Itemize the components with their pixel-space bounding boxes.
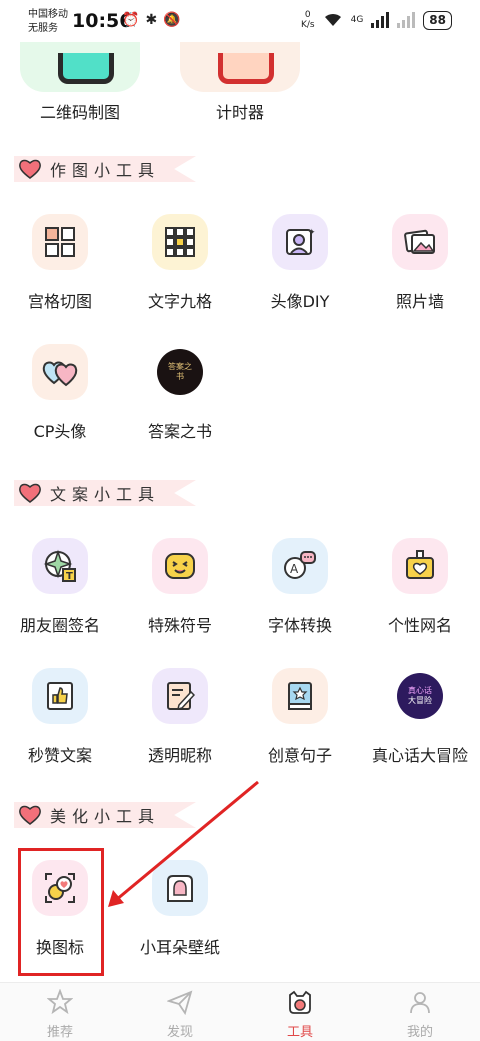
nav-label: 工具 — [286, 1025, 313, 1040]
nav-mine[interactable]: 我的 — [360, 983, 480, 1041]
network-speed: 0 K/s — [301, 10, 315, 30]
speed-value: 0 — [304, 10, 311, 20]
tools-content: 二维码制图 计时器 作图小工具 宫格切图 文字九格 ✦ 头像DIY 照片墙 CP… — [0, 0, 480, 982]
bluetooth-icon: ✱ — [145, 12, 158, 28]
status-icons-right: 0 K/s 4G 88 — [301, 10, 452, 30]
nav-tools[interactable]: 工具 — [240, 983, 360, 1041]
alarm-icon: ⏰ — [122, 12, 140, 28]
speed-unit: K/s — [300, 20, 315, 30]
network-type: 4G — [350, 15, 364, 25]
wifi-icon — [324, 13, 341, 26]
tools-cat-icon — [289, 990, 311, 1014]
paper-plane-icon — [166, 990, 193, 1016]
status-bar: 中国移动 无服务 10:56 ⏰ ✱ 🔕 0 K/s 4G 88 — [0, 0, 480, 42]
status-icons-left: ⏰ ✱ 🔕 — [122, 12, 181, 28]
carrier-info: 中国移动 无服务 — [28, 8, 68, 36]
signal-icon — [371, 12, 390, 28]
nav-label: 发现 — [166, 1025, 193, 1040]
no-signal-icon — [397, 12, 416, 28]
nav-label: 我的 — [406, 1025, 433, 1040]
nav-discover[interactable]: 发现 — [120, 983, 240, 1041]
mute-icon: 🔕 — [163, 12, 181, 28]
battery-indicator: 88 — [423, 10, 452, 30]
star-icon — [46, 988, 74, 1015]
nav-label: 推荐 — [46, 1025, 73, 1040]
nav-recommend[interactable]: 推荐 — [0, 983, 120, 1041]
carrier-name: 中国移动 — [28, 9, 68, 20]
bottom-nav: 推荐 发现 工具 我的 — [0, 982, 480, 1041]
carrier-status: 无服务 — [28, 23, 58, 34]
profile-icon — [410, 992, 430, 1014]
annotation-arrow — [108, 780, 259, 907]
